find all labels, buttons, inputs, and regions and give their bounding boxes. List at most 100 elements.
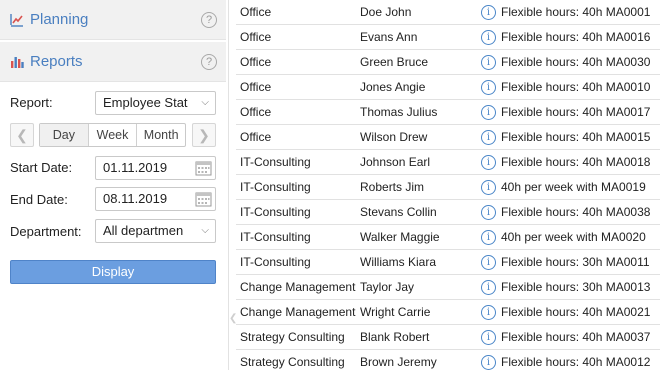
table-row[interactable]: IT-Consulting Stevans Collin i Flexible hou… xyxy=(236,200,660,225)
table-row[interactable]: Strategy Consulting Brown Jeremy i Flexible… xyxy=(236,350,660,370)
work-model-cell: Flexible hours: 40h MA0018 xyxy=(501,155,651,169)
next-period-button[interactable]: ❯ xyxy=(192,123,216,147)
info-icon[interactable]: i xyxy=(481,230,496,245)
info-icon[interactable]: i xyxy=(481,30,496,45)
table-row[interactable]: Office Wilson Drew i Flexible hours: 40h MA… xyxy=(236,125,660,150)
info-icon[interactable]: i xyxy=(481,280,496,295)
employee-name-cell: Stevans Collin xyxy=(360,205,437,219)
department-cell: Office xyxy=(240,80,272,94)
end-date-field[interactable]: 08.11.2019 xyxy=(95,187,216,211)
employee-name-cell: Taylor Jay xyxy=(360,280,415,294)
planning-title: Planning xyxy=(30,11,89,28)
department-cell: IT-Consulting xyxy=(240,230,311,244)
table-row[interactable]: Change Management Taylor Jay i Flexible hou… xyxy=(236,275,660,300)
table-row[interactable]: Office Green Bruce i Flexible hours: 40h MA… xyxy=(236,50,660,75)
employee-name-cell: Johnson Earl xyxy=(360,155,431,169)
day-button[interactable]: Day xyxy=(40,124,89,146)
employee-name-cell: Williams Kiara xyxy=(360,255,437,269)
table-row[interactable]: IT-Consulting Walker Maggie i 40h per week … xyxy=(236,225,660,250)
left-panel: Planning ? Reports ? Report: Employee St… xyxy=(0,0,226,370)
display-button[interactable]: Display xyxy=(10,260,216,284)
table-row[interactable]: IT-Consulting Johnson Earl i Flexible hours… xyxy=(236,150,660,175)
info-icon[interactable]: i xyxy=(481,130,496,145)
info-icon[interactable]: i xyxy=(481,180,496,195)
info-icon[interactable]: i xyxy=(481,155,496,170)
reports-help-icon[interactable]: ? xyxy=(201,54,217,70)
table-row[interactable]: Office Thomas Julius i Flexible hours: 40h … xyxy=(236,100,660,125)
start-date-value: 01.11.2019 xyxy=(103,160,168,175)
work-model-cell: 40h per week with MA0020 xyxy=(501,230,646,244)
calendar-icon[interactable] xyxy=(195,160,212,176)
department-cell: Strategy Consulting xyxy=(240,355,345,369)
info-icon[interactable]: i xyxy=(481,80,496,95)
work-model-cell: Flexible hours: 40h MA0015 xyxy=(501,130,651,144)
info-icon[interactable]: i xyxy=(481,305,496,320)
work-model-cell: Flexible hours: 40h MA0030 xyxy=(501,55,651,69)
chevron-down-icon: ⌵ xyxy=(201,97,209,108)
prev-period-button[interactable]: ❮ xyxy=(10,123,34,147)
department-cell: IT-Consulting xyxy=(240,180,311,194)
period-toggle: Day Week Month xyxy=(39,123,186,147)
work-model-cell: Flexible hours: 40h MA0037 xyxy=(501,330,651,344)
report-select-value: Employee Stat xyxy=(103,95,188,110)
employee-table: Office Doe John i Flexible hours: 40h MA000… xyxy=(236,0,660,370)
department-cell: Office xyxy=(240,5,272,19)
table-row[interactable]: Office Evans Ann i Flexible hours: 40h MA00… xyxy=(236,25,660,50)
department-cell: Office xyxy=(240,30,272,44)
info-icon[interactable]: i xyxy=(481,105,496,120)
department-cell: Change Management xyxy=(240,280,356,294)
employee-name-cell: Green Bruce xyxy=(360,55,429,69)
employee-name-cell: Brown Jeremy xyxy=(360,355,437,369)
table-row[interactable]: Change Management Wright Carrie i Flexible … xyxy=(236,300,660,325)
info-icon[interactable]: i xyxy=(481,5,496,20)
table-row[interactable]: IT-Consulting Roberts Jim i 40h per week wi… xyxy=(236,175,660,200)
report-label: Report: xyxy=(10,95,53,110)
info-icon[interactable]: i xyxy=(481,330,496,345)
department-cell: Office xyxy=(240,105,272,119)
bar-chart-icon xyxy=(10,55,24,69)
table-row[interactable]: Office Doe John i Flexible hours: 40h MA000… xyxy=(236,0,660,25)
employee-name-cell: Evans Ann xyxy=(360,30,418,44)
table-row[interactable]: Office Jones Angie i Flexible hours: 40h MA… xyxy=(236,75,660,100)
department-cell: IT-Consulting xyxy=(240,255,311,269)
work-model-cell: Flexible hours: 30h MA0011 xyxy=(501,255,650,269)
calendar-icon[interactable] xyxy=(195,191,212,207)
department-cell: Strategy Consulting xyxy=(240,330,345,344)
department-cell: IT-Consulting xyxy=(240,155,311,169)
work-model-cell: Flexible hours: 40h MA0010 xyxy=(501,80,651,94)
work-model-cell: Flexible hours: 40h MA0017 xyxy=(501,105,651,119)
info-icon[interactable]: i xyxy=(481,205,496,220)
start-date-field[interactable]: 01.11.2019 xyxy=(95,156,216,180)
work-model-cell: 40h per week with MA0019 xyxy=(501,180,646,194)
employee-name-cell: Thomas Julius xyxy=(360,105,438,119)
month-button[interactable]: Month xyxy=(137,124,185,146)
planning-help-icon[interactable]: ? xyxy=(201,12,217,28)
info-icon[interactable]: i xyxy=(481,55,496,70)
department-label: Department: xyxy=(10,224,82,239)
employee-name-cell: Blank Robert xyxy=(360,330,430,344)
employee-name-cell: Walker Maggie xyxy=(360,230,440,244)
work-model-cell: Flexible hours: 40h MA0016 xyxy=(501,30,651,44)
department-select[interactable]: All departmen ⌵ xyxy=(95,219,216,243)
department-cell: IT-Consulting xyxy=(240,205,311,219)
start-date-label: Start Date: xyxy=(10,160,73,175)
planning-section-header[interactable]: Planning ? xyxy=(0,0,226,40)
info-icon[interactable]: i xyxy=(481,355,496,370)
employee-name-cell: Wright Carrie xyxy=(360,305,431,319)
table-row[interactable]: IT-Consulting Williams Kiara i Flexible hou… xyxy=(236,250,660,275)
department-cell: Office xyxy=(240,130,272,144)
reports-title: Reports xyxy=(30,53,83,70)
employee-name-cell: Roberts Jim xyxy=(360,180,425,194)
report-select[interactable]: Employee Stat ⌵ xyxy=(95,91,216,115)
employee-name-cell: Doe John xyxy=(360,5,412,19)
end-date-label: End Date: xyxy=(10,192,68,207)
work-model-cell: Flexible hours: 40h MA0012 xyxy=(501,355,651,369)
reports-section-header[interactable]: Reports ? xyxy=(0,42,226,82)
table-row[interactable]: Strategy Consulting Blank Robert i Flexible… xyxy=(236,325,660,350)
department-select-value: All departmen xyxy=(103,223,184,238)
employee-name-cell: Jones Angie xyxy=(360,80,426,94)
week-button[interactable]: Week xyxy=(89,124,138,146)
department-cell: Office xyxy=(240,55,272,69)
end-date-value: 08.11.2019 xyxy=(103,191,168,206)
info-icon[interactable]: i xyxy=(481,255,496,270)
